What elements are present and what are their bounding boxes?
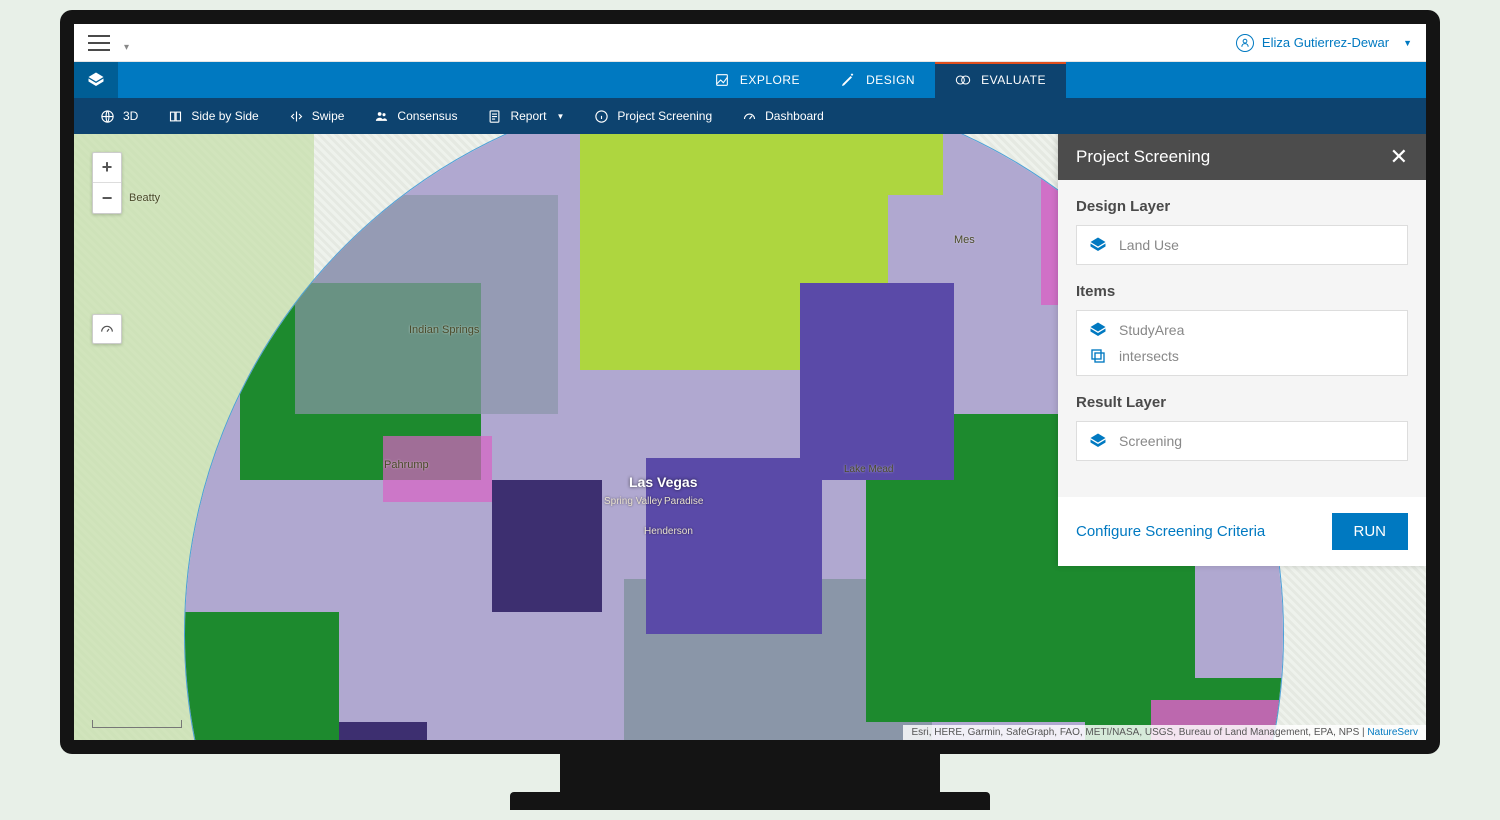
- tab-label: EVALUATE: [981, 73, 1046, 87]
- items-label: Items: [1076, 283, 1408, 300]
- app-screen: ▾ Eliza Gutierrez-Dewar ▼: [74, 24, 1426, 740]
- map-label-lake-mead: Lake Mead: [844, 464, 893, 475]
- map-label-paradise: Paradise: [664, 496, 703, 507]
- items-selector[interactable]: StudyArea intersects: [1076, 310, 1408, 376]
- globe-icon: [100, 109, 115, 124]
- gauge-icon: [99, 321, 115, 337]
- pencil-icon: [840, 72, 856, 88]
- columns-icon: [168, 109, 183, 124]
- tab-label: DESIGN: [866, 73, 915, 87]
- attribution-sources: Esri, HERE, Garmin, SafeGraph, FAO, METI…: [911, 727, 1359, 738]
- map-label-indian-springs: Indian Springs: [409, 324, 479, 336]
- scale-bar: [92, 720, 182, 728]
- map-label-henderson: Henderson: [644, 526, 693, 537]
- attribution-link[interactable]: NatureServ: [1367, 727, 1418, 738]
- chevron-down-icon: ▼: [1403, 38, 1412, 48]
- map-label-beatty: Beatty: [129, 192, 160, 204]
- evaluate-icon: [955, 72, 971, 88]
- gauge-icon: [742, 109, 757, 124]
- menu-button[interactable]: [88, 35, 110, 51]
- tool-label: Swipe: [312, 109, 345, 123]
- tool-label: Project Screening: [617, 109, 712, 123]
- zoom-out-button[interactable]: −: [93, 183, 121, 213]
- zoom-controls: + −: [92, 152, 122, 214]
- user-icon: [1236, 34, 1254, 52]
- panel-header: Project Screening ✕: [1058, 134, 1426, 180]
- layers-icon: [1089, 432, 1107, 450]
- tab-design[interactable]: DESIGN: [820, 62, 935, 98]
- zoom-in-button[interactable]: +: [93, 153, 121, 183]
- swipe-icon: [289, 109, 304, 124]
- monitor-mockup: ▾ Eliza Gutierrez-Dewar ▼: [60, 10, 1440, 810]
- tool-label: Consensus: [397, 109, 457, 123]
- explore-icon: [714, 72, 730, 88]
- layers-icon: [1089, 321, 1107, 339]
- tool-side-by-side[interactable]: Side by Side: [154, 98, 272, 134]
- design-layer-label: Design Layer: [1076, 198, 1408, 215]
- tab-explore[interactable]: EXPLORE: [694, 62, 820, 98]
- tool-label: Side by Side: [191, 109, 258, 123]
- report-icon: [487, 109, 502, 124]
- user-name: Eliza Gutierrez-Dewar: [1262, 35, 1389, 50]
- intersects-icon: [1089, 347, 1107, 365]
- panel-title: Project Screening: [1076, 147, 1210, 167]
- tool-3d[interactable]: 3D: [86, 98, 152, 134]
- tool-consensus[interactable]: Consensus: [360, 98, 471, 134]
- configure-criteria-link[interactable]: Configure Screening Criteria: [1076, 523, 1265, 540]
- map-label-mes: Mes: [954, 234, 975, 246]
- result-layer-value: Screening: [1119, 433, 1182, 449]
- design-layer-value: Land Use: [1119, 237, 1179, 253]
- tool-report[interactable]: Report ▼: [473, 98, 578, 134]
- item-value: StudyArea: [1119, 322, 1184, 338]
- tool-dashboard[interactable]: Dashboard: [728, 98, 838, 134]
- map-attribution: Esri, HERE, Garmin, SafeGraph, FAO, METI…: [903, 725, 1426, 740]
- toolbar: 3D Side by Side Swipe Consensus Report: [74, 98, 1426, 134]
- tool-swipe[interactable]: Swipe: [275, 98, 359, 134]
- panel-footer: Configure Screening Criteria RUN: [1058, 497, 1426, 566]
- tool-label: Dashboard: [765, 109, 824, 123]
- app-logo: ▾: [124, 33, 184, 53]
- people-icon: [374, 109, 389, 124]
- design-layer-selector[interactable]: Land Use: [1076, 225, 1408, 265]
- result-layer-label: Result Layer: [1076, 394, 1408, 411]
- project-screening-panel: Project Screening ✕ Design Layer Land Us…: [1058, 134, 1426, 566]
- close-button[interactable]: ✕: [1390, 146, 1408, 168]
- tool-label: 3D: [123, 109, 138, 123]
- dashboard-toggle-button[interactable]: [92, 314, 122, 344]
- map-label-las-vegas: Las Vegas: [629, 474, 698, 490]
- tab-evaluate[interactable]: EVALUATE: [935, 62, 1066, 98]
- user-account-menu[interactable]: Eliza Gutierrez-Dewar ▼: [1236, 34, 1412, 52]
- tool-project-screening[interactable]: Project Screening: [580, 98, 726, 134]
- chevron-down-icon: ▼: [557, 112, 565, 121]
- map-label-spring-valley: Spring Valley: [604, 496, 662, 507]
- map-viewport[interactable]: Beatty Indian Springs Pahrump Las Vegas …: [74, 134, 1426, 740]
- result-layer-selector[interactable]: Screening: [1076, 421, 1408, 461]
- map-label-pahrump: Pahrump: [384, 459, 429, 471]
- layers-button[interactable]: [74, 62, 118, 98]
- tool-label: Report: [510, 109, 546, 123]
- info-icon: [594, 109, 609, 124]
- layers-icon: [1089, 236, 1107, 254]
- run-button[interactable]: RUN: [1332, 513, 1409, 550]
- tab-label: EXPLORE: [740, 73, 800, 87]
- nav-ribbon: EXPLORE DESIGN EVALUATE: [74, 62, 1426, 98]
- item-value: intersects: [1119, 348, 1179, 364]
- top-bar: ▾ Eliza Gutierrez-Dewar ▼: [74, 24, 1426, 62]
